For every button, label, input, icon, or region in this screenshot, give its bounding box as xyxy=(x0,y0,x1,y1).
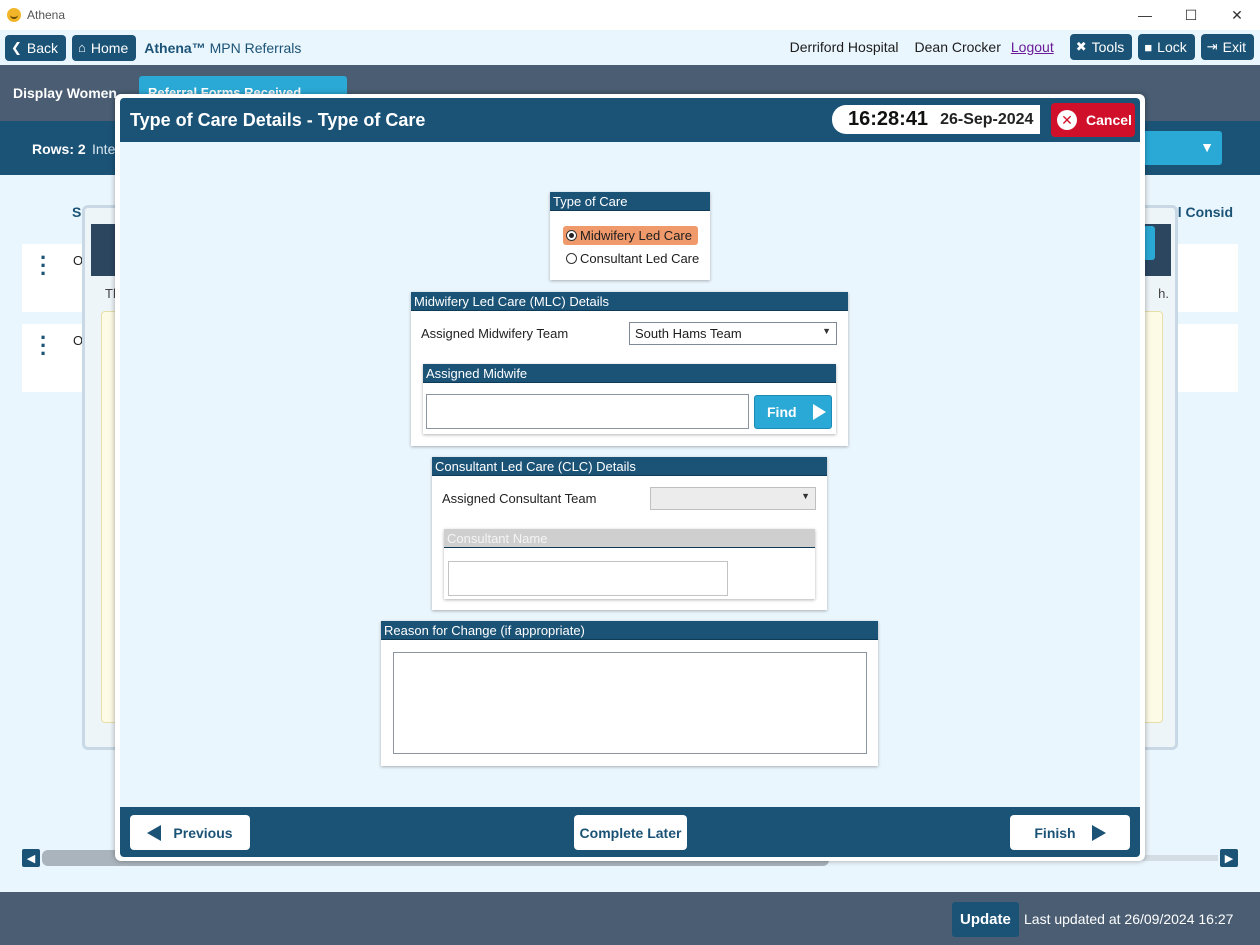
clock-display: 16:28:41 26-Sep-2024 xyxy=(832,105,1040,134)
dialog-header: Type of Care Details - Type of Care 16:2… xyxy=(120,98,1140,142)
consultant-name-group: Consultant Name xyxy=(444,529,815,599)
panel-text-right: h. xyxy=(1158,286,1169,301)
status-bar: Update Last updated at 26/09/2024 16:27 xyxy=(0,892,1260,945)
arrow-left-icon xyxy=(147,824,162,841)
logout-link[interactable]: Logout xyxy=(1011,39,1054,55)
filter-dropdown[interactable] xyxy=(1142,131,1222,165)
chevron-left-icon: ❮ xyxy=(11,39,22,55)
type-of-care-header: Type of Care xyxy=(550,192,710,211)
consultant-team-select[interactable]: ▼ xyxy=(650,487,816,510)
close-circle-icon: ✕ xyxy=(1057,110,1077,130)
brand-name: Athena™ xyxy=(144,39,206,56)
lock-button[interactable]: ■ Lock xyxy=(1138,34,1195,60)
previous-button[interactable]: Previous xyxy=(130,815,250,850)
app-toolbar: ❮ Back ⌂ Home Athena™ MPN Referrals Derr… xyxy=(0,30,1260,65)
user-name: Dean Crocker xyxy=(914,39,1001,55)
update-button[interactable]: Update xyxy=(952,902,1019,937)
clc-details-header: Consultant Led Care (CLC) Details xyxy=(432,457,827,476)
window-title: Athena xyxy=(27,8,66,22)
clock-time: 16:28:41 xyxy=(848,108,929,130)
radio-unchecked-icon xyxy=(566,253,577,264)
hospital-name: Derriford Hospital xyxy=(789,39,899,55)
clock-date: 26-Sep-2024 xyxy=(940,110,1034,128)
dialog-body: Type of Care Midwifery Led Care Consulta… xyxy=(120,142,1140,807)
dialog-footer: Previous Complete Later Finish xyxy=(120,807,1140,857)
play-arrow-icon xyxy=(812,404,826,420)
back-button[interactable]: ❮ Back xyxy=(5,34,67,61)
type-of-care-dialog: Type of Care Details - Type of Care 16:2… xyxy=(115,94,1145,861)
scroll-left-icon[interactable]: ◀ xyxy=(22,849,40,867)
radio-consultant-led-care[interactable]: Consultant Led Care xyxy=(563,249,705,268)
scroll-right-icon[interactable]: ▶ xyxy=(1220,849,1238,867)
module-name: MPN Referrals xyxy=(209,39,302,56)
tools-button[interactable]: ✖ Tools xyxy=(1069,34,1133,60)
finish-button[interactable]: Finish xyxy=(1010,815,1130,850)
consultant-team-label: Assigned Consultant Team xyxy=(442,491,597,506)
breadcrumb: Athena™ MPN Referrals xyxy=(144,40,301,56)
radio-checked-icon xyxy=(566,230,577,241)
reason-for-change-group: Reason for Change (if appropriate) xyxy=(381,621,878,766)
arrow-right-icon xyxy=(1091,824,1106,841)
chevron-down-icon: ▼ xyxy=(822,326,831,336)
find-midwife-button[interactable]: Find xyxy=(754,395,832,429)
exit-icon: ⇥ xyxy=(1206,39,1218,54)
rows-bar-text: Inte xyxy=(92,141,116,157)
reason-for-change-header: Reason for Change (if appropriate) xyxy=(381,621,878,640)
dialog-title: Type of Care Details - Type of Care xyxy=(130,110,426,130)
maximize-button[interactable]: ☐ xyxy=(1168,0,1214,30)
midwifery-team-label: Assigned Midwifery Team xyxy=(421,326,569,341)
home-icon: ⌂ xyxy=(78,40,86,55)
exit-button[interactable]: ⇥ Exit xyxy=(1200,34,1254,60)
mlc-details-group: Midwifery Led Care (MLC) Details Assigne… xyxy=(411,292,848,446)
athena-logo-icon xyxy=(7,8,21,22)
column-header-right: al Consid xyxy=(1169,204,1233,220)
consultant-name-header: Consultant Name xyxy=(444,529,815,548)
close-window-button[interactable]: ✕ xyxy=(1214,0,1260,30)
rows-count: Rows: 2 xyxy=(32,141,86,157)
type-of-care-group: Type of Care Midwifery Led Care Consulta… xyxy=(550,192,710,280)
last-updated-text: Last updated at 26/09/2024 16:27 xyxy=(1024,911,1234,927)
display-label: Display Women... xyxy=(13,85,129,101)
more-options-icon[interactable]: · · · xyxy=(40,247,47,285)
chevron-down-icon: ▼ xyxy=(801,491,810,501)
complete-later-button[interactable]: Complete Later xyxy=(574,815,687,850)
window-controls: — ☐ ✕ xyxy=(1122,0,1260,30)
cancel-button[interactable]: ✕ Cancel xyxy=(1051,103,1135,137)
lock-icon: ■ xyxy=(1144,39,1153,55)
more-options-icon[interactable]: · · · xyxy=(40,327,47,365)
consultant-name-input[interactable] xyxy=(448,561,728,596)
wrench-icon: ✖ xyxy=(1075,39,1087,54)
radio-midwifery-led-care[interactable]: Midwifery Led Care xyxy=(563,226,698,245)
assigned-midwife-input[interactable] xyxy=(426,394,749,429)
assigned-midwife-group: Assigned Midwife Find xyxy=(423,364,836,434)
clc-details-group: Consultant Led Care (CLC) Details Assign… xyxy=(432,457,827,610)
window-title-bar: Athena — ☐ ✕ xyxy=(0,0,1260,30)
minimize-button[interactable]: — xyxy=(1122,0,1168,30)
assigned-midwife-header: Assigned Midwife xyxy=(423,364,836,383)
reason-for-change-textarea[interactable] xyxy=(393,652,867,754)
mlc-details-header: Midwifery Led Care (MLC) Details xyxy=(411,292,848,311)
home-button[interactable]: ⌂ Home xyxy=(72,34,137,61)
midwifery-team-select[interactable]: South Hams Team ▼ xyxy=(629,322,837,345)
